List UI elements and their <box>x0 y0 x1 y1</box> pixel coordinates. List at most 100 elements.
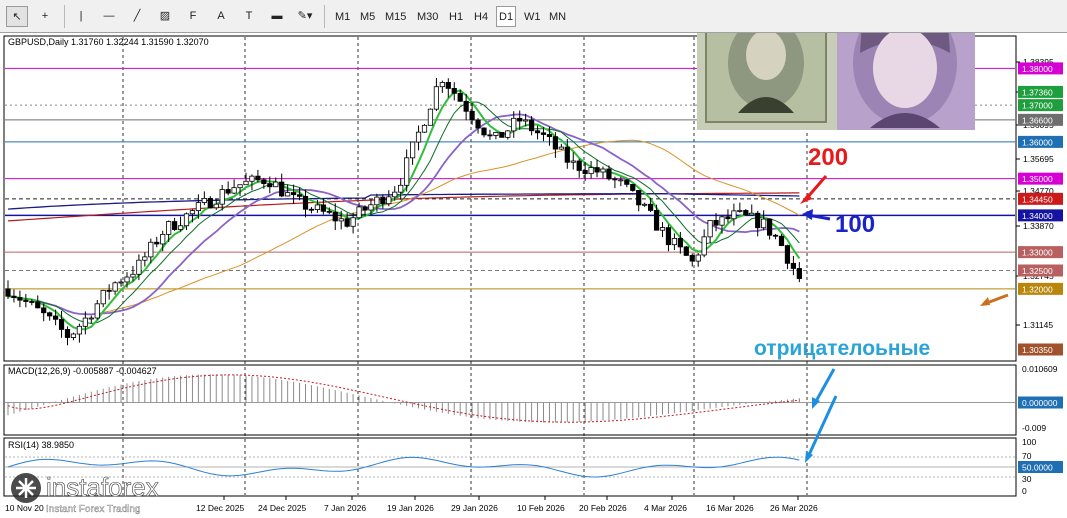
price-label-text: 1.30350 <box>1022 345 1053 355</box>
candle-body <box>439 82 445 88</box>
candle-body <box>404 157 410 186</box>
ma100-annotation: 100 <box>835 211 875 238</box>
timeframe-m30-button[interactable]: M30 <box>414 6 441 27</box>
price-label-text: 1.34000 <box>1022 211 1053 221</box>
candle-body <box>755 212 761 229</box>
timeframe-d1-button[interactable]: D1 <box>496 6 516 27</box>
candle-body <box>386 196 392 205</box>
candle-body <box>767 218 773 236</box>
price-tick-label: 1.35695 <box>1023 154 1054 164</box>
candle-body <box>648 203 654 211</box>
cursor-icon[interactable]: ↖ <box>6 6 28 27</box>
candle-body <box>255 175 261 181</box>
macd-tick-label: 0.000000 <box>1022 398 1058 408</box>
candle-body <box>118 281 124 284</box>
horizontal-line-icon[interactable]: — <box>98 6 120 27</box>
candle-body <box>469 110 475 121</box>
candle-body <box>350 217 356 227</box>
chart-area: 1.383951.372451.360951.356951.347701.338… <box>3 33 1063 515</box>
candle-body <box>642 203 648 206</box>
fibonacci-icon[interactable]: F <box>182 6 204 27</box>
candle-body <box>624 179 630 185</box>
candle-body <box>505 130 511 138</box>
candle-body <box>100 289 106 305</box>
candle-body <box>761 218 767 229</box>
toolbar-separator <box>324 5 325 28</box>
date-label: 12 Dec 2025 <box>196 503 244 513</box>
text-icon[interactable]: A <box>210 6 232 27</box>
candle-body <box>124 276 130 283</box>
vertical-line-icon[interactable]: | <box>70 6 92 27</box>
timeframe-h4-button[interactable]: H4 <box>471 6 491 27</box>
candle-body <box>64 329 71 338</box>
date-label: 10 Nov 20 <box>5 503 44 513</box>
candle-body <box>171 221 178 230</box>
date-label: 20 Feb 2026 <box>579 503 627 513</box>
chart-toolbar: ↖ + | — ╱ ▨ F A T ▬ ✎▾ M1 M5 M15 M30 H1 H4 D1 W1 MN <box>0 0 1067 33</box>
date-label: 4 Mar 2026 <box>644 503 687 513</box>
rsi-tick-label: 100 <box>1022 437 1036 447</box>
timeframe-mn-button[interactable]: MN <box>546 6 566 27</box>
crosshair-icon[interactable]: + <box>34 6 56 27</box>
timeframe-w1-button[interactable]: W1 <box>521 6 541 27</box>
candle-body <box>546 134 553 138</box>
candle-body <box>665 227 672 246</box>
candle-body <box>534 130 541 134</box>
price-tick-label: 1.31145 <box>1023 320 1053 330</box>
channel-icon[interactable]: ▨ <box>154 6 176 27</box>
shapes-menu-icon[interactable]: ✎▾ <box>294 6 316 27</box>
price-label-text: 1.32500 <box>1022 266 1053 276</box>
candle-body <box>433 86 440 110</box>
candle-body <box>409 141 416 159</box>
rsi-tick-label: 50.0000 <box>1022 463 1053 473</box>
ma200-annotation: 200 <box>808 144 848 171</box>
rsi-header: RSI(14) 38.9850 <box>8 440 74 450</box>
candle-body <box>778 235 785 246</box>
candle-body <box>564 146 570 163</box>
trendline-icon[interactable]: ╱ <box>126 6 148 27</box>
candle-body <box>106 289 112 292</box>
candle-body <box>659 227 666 231</box>
candle-body <box>552 136 559 150</box>
price-label-text: 1.38000 <box>1022 64 1053 74</box>
candle-body <box>177 225 184 230</box>
price-axis: 1.383951.372451.360951.356951.347701.338… <box>1016 57 1063 496</box>
date-label: 10 Feb 2026 <box>517 503 565 513</box>
candle-body <box>279 181 285 197</box>
candle-body <box>594 167 600 173</box>
timeframe-m1-button[interactable]: M1 <box>332 6 352 27</box>
rsi-tick-label: 70 <box>1022 451 1032 461</box>
candle-body <box>731 210 737 220</box>
candle-body <box>189 210 196 215</box>
date-label: 24 Dec 2025 <box>258 503 306 513</box>
candle-body <box>481 127 487 136</box>
candle-body <box>267 183 273 188</box>
price-label-text: 1.33000 <box>1022 248 1053 258</box>
candle-body <box>743 210 749 216</box>
date-label: 19 Jan 2026 <box>387 503 434 513</box>
timeframe-m5-button[interactable]: M5 <box>357 6 377 27</box>
candle-body <box>237 184 243 189</box>
timeframe-h1-button[interactable]: H1 <box>446 6 466 27</box>
candle-body <box>136 259 142 275</box>
candle-body <box>41 307 47 314</box>
rectangle-icon[interactable]: ▬ <box>266 6 288 27</box>
candle-body <box>344 218 350 227</box>
date-label: 7 Jan 2026 <box>324 503 366 513</box>
candle-body <box>29 301 35 303</box>
candle-body <box>320 204 326 212</box>
candle-body <box>112 282 118 292</box>
candle-body <box>17 297 23 301</box>
candle-body <box>332 211 338 222</box>
timeframe-m15-button[interactable]: M15 <box>382 6 409 27</box>
candle-body <box>612 178 618 181</box>
date-label: 16 Mar 2026 <box>706 503 754 513</box>
candle-body <box>392 191 398 198</box>
candle-body <box>160 233 166 245</box>
candle-body <box>707 219 713 238</box>
currency-banknotes-image <box>697 33 975 130</box>
price-label-text: 1.35000 <box>1022 174 1053 184</box>
candle-body <box>772 234 779 237</box>
candle-body <box>76 325 82 335</box>
label-icon[interactable]: T <box>238 6 260 27</box>
